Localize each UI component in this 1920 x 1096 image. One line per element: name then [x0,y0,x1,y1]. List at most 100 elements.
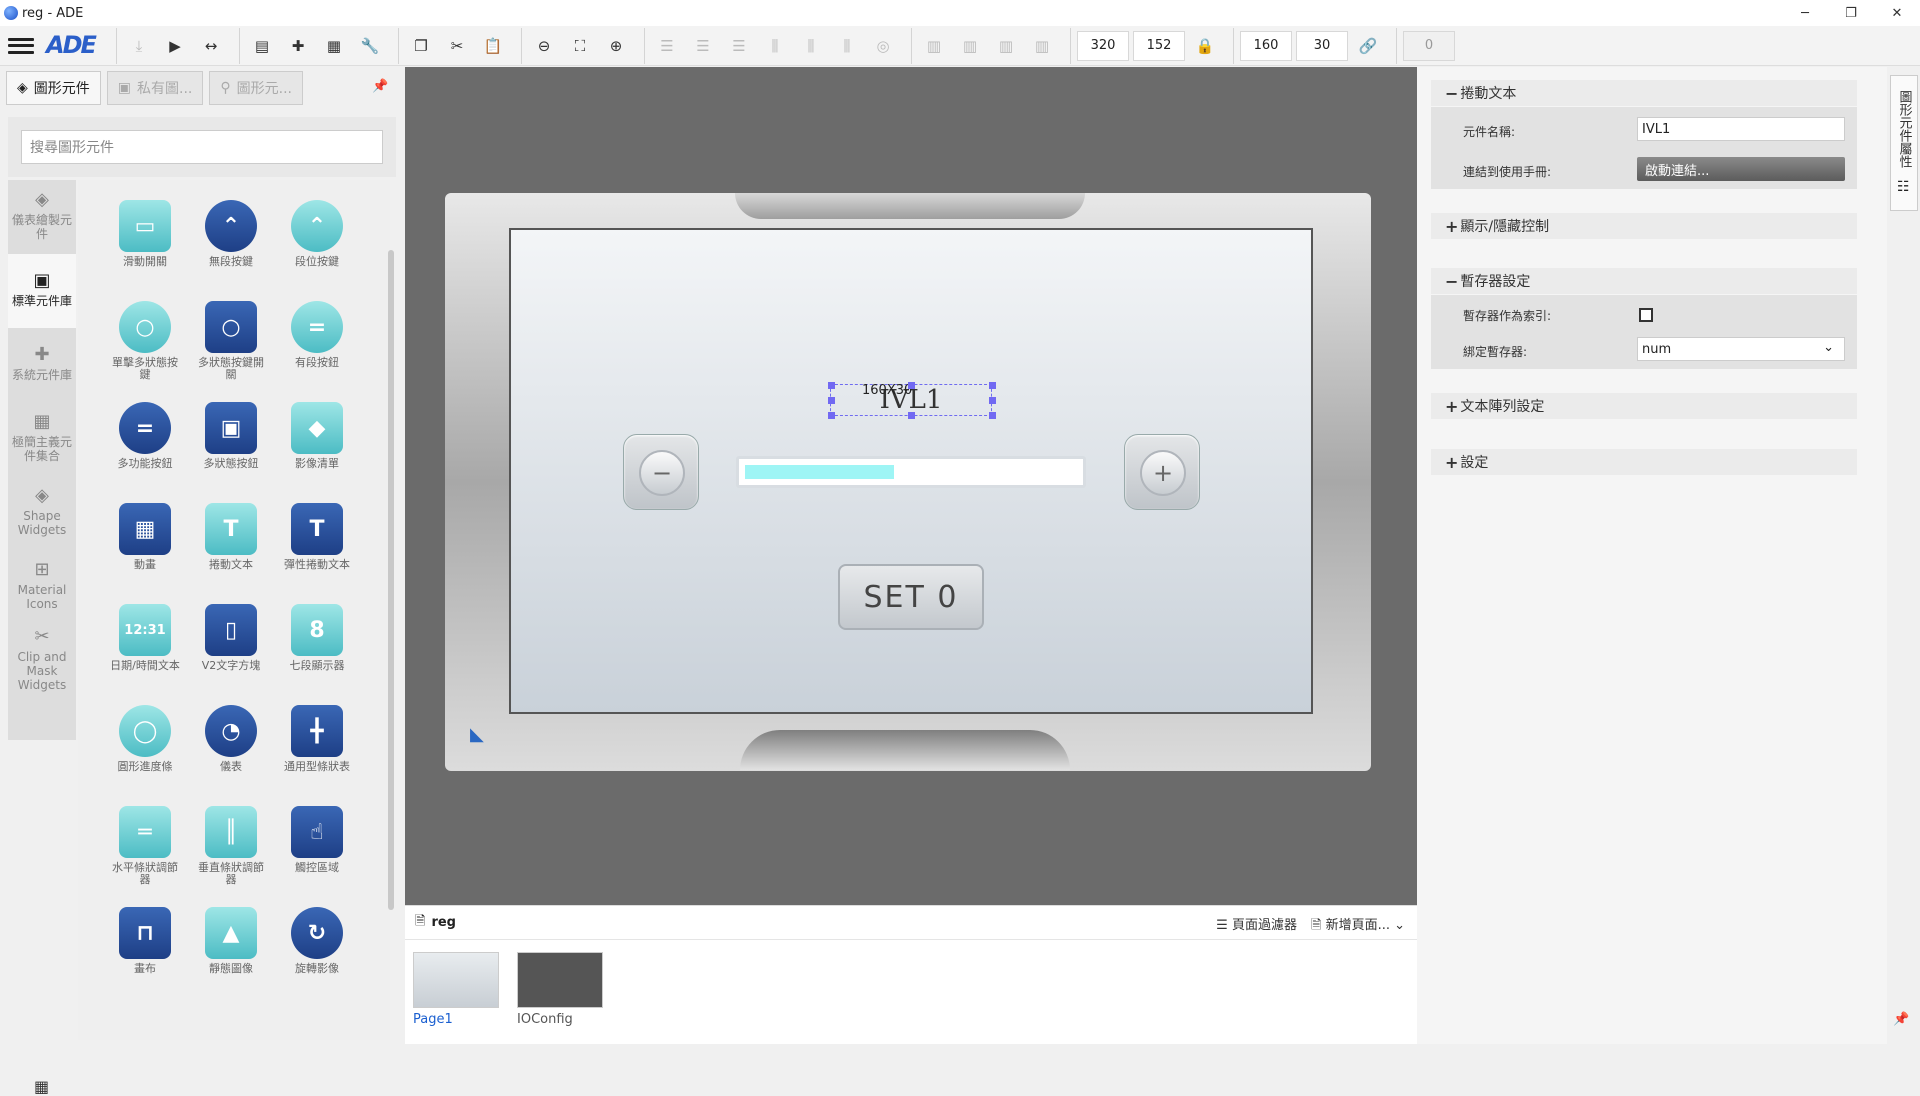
widget-item[interactable]: ▦ 動畫 [102,503,188,596]
align-bottom-icon[interactable]: ⫼ [829,30,865,62]
code-icon[interactable]: ↔ [193,30,229,62]
minus-button[interactable]: − [623,434,699,510]
widget-item[interactable]: = 多功能按鈕 [102,402,188,495]
grid-view-icon[interactable]: ▦ [34,1077,49,1096]
widget-item[interactable]: ○ 單擊多狀態按鍵 [102,301,188,394]
category-item[interactable]: ⊞ Material Icons [8,550,76,624]
page-filter-button[interactable]: ☰ 頁面過濾器 [1216,914,1297,938]
widget-item[interactable]: T 彈性捲動文本 [274,503,360,596]
y-position-input[interactable]: 152 [1133,30,1185,61]
align-center-icon[interactable]: ☰ [685,30,721,62]
width-input[interactable]: 160 [1240,30,1292,61]
storage-icon[interactable]: ▤ [244,30,280,62]
section-visibility[interactable]: + 顯示/隱藏控制 [1431,213,1857,239]
widget-item[interactable]: ◔ 儀表 [188,705,274,798]
align-right-icon[interactable]: ☰ [721,30,757,62]
widget-item[interactable]: ▯ V2文字方塊 [188,604,274,697]
widget-item[interactable]: ☝ 觸控區域 [274,806,360,899]
puzzle-icon[interactable]: ✚ [280,30,316,62]
same-height-icon[interactable]: ▥ [1024,30,1060,62]
launch-link-button[interactable]: 啟動連結... [1637,157,1845,181]
widget-item[interactable]: ↻ 旋轉影像 [274,907,360,1000]
widget-item[interactable]: ⌃ 無段按鍵 [188,200,274,293]
widget-item[interactable]: ═ 水平條狀調節器 [102,806,188,899]
zoom-in-icon[interactable]: ⊕ [598,30,634,62]
element-name-input[interactable]: IVL1 [1637,117,1845,141]
widget-item[interactable]: ╋ 通用型條狀表 [274,705,360,798]
progress-bar[interactable] [736,456,1086,488]
widgets-icon[interactable]: ▦ [316,30,352,62]
section-settings[interactable]: + 設定 [1431,449,1857,475]
x-position-input[interactable]: 320 [1077,30,1129,61]
category-item[interactable]: ▦ 極簡主義元件集合 [8,402,76,476]
widget-item[interactable]: 8 七段顯示器 [274,604,360,697]
align-top-icon[interactable]: ⫼ [757,30,793,62]
widget-search-input[interactable]: 搜尋圖形元件 [21,130,383,164]
copy-icon[interactable]: ❐ [403,30,439,62]
restore-button[interactable]: ❐ [1828,0,1874,26]
distribute-v-icon[interactable]: ▥ [952,30,988,62]
resize-handle[interactable] [989,412,996,419]
menu-icon[interactable] [8,36,34,56]
close-button[interactable]: ✕ [1874,0,1920,26]
widget-item[interactable]: ○ 多狀態按鍵開關 [188,301,274,394]
resize-handle[interactable] [828,412,835,419]
resize-handle[interactable] [989,382,996,389]
resize-handle[interactable] [828,382,835,389]
scrollbar[interactable] [388,250,394,910]
resize-handle[interactable] [908,412,915,419]
center-icon[interactable]: ◎ [865,30,901,62]
resize-handle[interactable] [908,382,915,389]
section-scroll-text[interactable]: − 捲動文本 [1431,80,1857,106]
widget-item[interactable]: = 有段按鈕 [274,301,360,394]
bind-register-select[interactable]: num ⌄ [1637,337,1845,361]
set-zero-button[interactable]: SET 0 [838,564,984,630]
page-label[interactable]: IOConfig [517,1012,573,1027]
index-checkbox[interactable] [1639,308,1653,322]
fit-icon[interactable]: ⛶ [562,30,598,62]
resize-handle[interactable] [828,397,835,404]
section-text-array[interactable]: + 文本陣列設定 [1431,393,1857,419]
minimize-button[interactable]: ─ [1782,0,1828,26]
tab-private[interactable]: ▣ 私有圖... [106,71,204,105]
cut-icon[interactable]: ✂ [439,30,475,62]
page-thumbnail-page1[interactable] [413,952,499,1008]
widget-item[interactable]: T 捲動文本 [188,503,274,596]
add-page-button[interactable]: 🗎 新增頁面... ⌄ [1311,914,1405,938]
tab-widget-other[interactable]: ⚲ 圖形元... [209,71,303,105]
page-thumbnail-ioconfig[interactable] [517,952,603,1008]
resize-handle[interactable] [989,397,996,404]
height-input[interactable]: 30 [1296,30,1348,61]
sliders-icon[interactable]: ☷ [1897,179,1910,195]
same-width-icon[interactable]: ▥ [988,30,1024,62]
zoom-out-icon[interactable]: ⊖ [526,30,562,62]
plus-button[interactable]: + [1124,434,1200,510]
paste-icon[interactable]: 📋 [475,30,511,62]
pin-icon[interactable]: 📌 [1893,1012,1909,1027]
widget-item[interactable]: ⌃ 段位按鍵 [274,200,360,293]
align-middle-icon[interactable]: ⫼ [793,30,829,62]
tab-widgets[interactable]: ◈ 圖形元件 [6,71,101,105]
link-icon[interactable]: 🔗 [1350,30,1386,62]
align-left-icon[interactable]: ☰ [649,30,685,62]
wrench-icon[interactable]: 🔧 [352,30,388,62]
category-item[interactable]: ◈ Shape Widgets [8,476,76,550]
lock-icon[interactable]: 🔒 [1187,30,1223,62]
widget-item[interactable]: ▣ 多狀態按鈕 [188,402,274,495]
widget-item[interactable]: 12:31 日期/時間文本 [102,604,188,697]
category-item[interactable]: ◈ 儀表繪製元件 [8,180,76,254]
page-label[interactable]: Page1 [413,1012,453,1027]
category-item[interactable]: ▣ 標準元件庫 [8,254,76,328]
section-register[interactable]: − 暫存器設定 [1431,268,1857,294]
pin-panel-icon[interactable]: 📌 [372,79,388,94]
category-item[interactable]: ✂ Clip and Mask Widgets [8,624,76,698]
run-icon[interactable]: ▶ [157,30,193,62]
download-icon[interactable]: ⤓ [121,30,157,62]
widget-item[interactable]: ◆ 影像清單 [274,402,360,495]
widget-item[interactable]: ▭ 滑動開關 [102,200,188,293]
widget-item[interactable]: ▲ 靜態圖像 [188,907,274,1000]
widget-item[interactable]: ⊓ 畫布 [102,907,188,1000]
widget-item[interactable]: ║ 垂直條狀調節器 [188,806,274,899]
widget-item[interactable]: ◯ 圓形進度條 [102,705,188,798]
distribute-h-icon[interactable]: ▥ [916,30,952,62]
